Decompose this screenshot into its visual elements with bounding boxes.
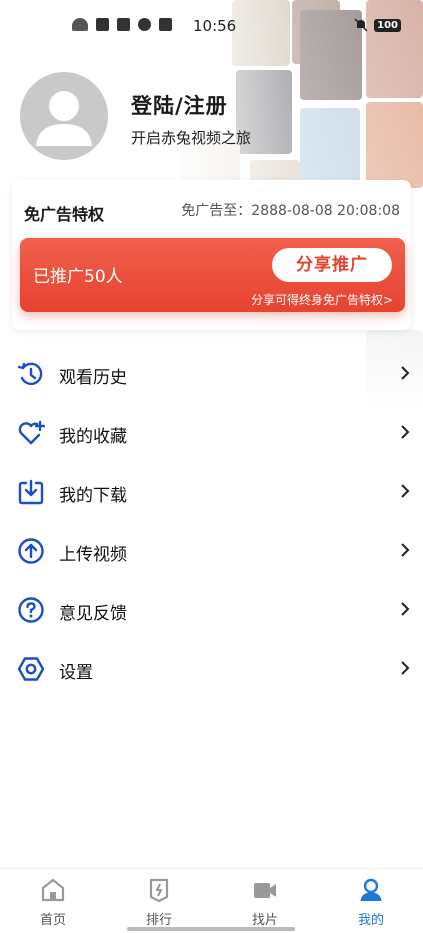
- menu-item-downloads[interactable]: 我的下载: [0, 462, 423, 521]
- tab-label: 排行: [145, 913, 172, 928]
- chevron-right-icon: [401, 425, 410, 439]
- tab-label: 首页: [39, 913, 66, 928]
- chevron-right-icon: [401, 484, 410, 498]
- share-promote-button[interactable]: 分享推广: [272, 248, 392, 282]
- login-subtitle: 开启赤兔视频之旅: [131, 129, 252, 147]
- home-indicator[interactable]: [127, 927, 295, 931]
- menu-item-label: 上传视频: [59, 545, 127, 565]
- battery-indicator: 100: [374, 18, 401, 32]
- menu-item-label: 意见反馈: [59, 604, 127, 624]
- menu-item-label: 我的下载: [59, 486, 127, 506]
- mute-icon: [354, 18, 368, 32]
- menu-item-settings[interactable]: 设置: [0, 639, 423, 698]
- video-icon: [117, 18, 130, 31]
- menu-item-upload[interactable]: 上传视频: [0, 521, 423, 580]
- chevron-right-icon: [401, 366, 410, 380]
- chevron-right-icon: [401, 543, 410, 557]
- upload-icon: [18, 538, 44, 564]
- tab-home[interactable]: 首页: [18, 869, 88, 933]
- app-icon: [138, 18, 151, 31]
- user-icon: [360, 878, 382, 901]
- promo-count: 已推广50人: [33, 267, 123, 287]
- menu-item-feedback[interactable]: 意见反馈: [0, 580, 423, 639]
- bottom-tab-bar: 首页 排行 找片 我的: [0, 868, 423, 933]
- heart-plus-icon: [18, 420, 45, 445]
- ad-free-card: 免广告特权 免广告至：2888-08-08 20:08:08 已推广50人 分享…: [12, 180, 411, 330]
- settings-icon: [17, 657, 45, 681]
- menu-item-label: 设置: [59, 663, 93, 683]
- tab-mine[interactable]: 我的: [336, 869, 406, 933]
- home-icon: [41, 878, 65, 902]
- menu-item-history[interactable]: 观看历史: [0, 344, 423, 403]
- menu-item-label: 观看历史: [59, 368, 127, 388]
- menu-item-label: 我的收藏: [59, 427, 127, 447]
- history-icon: [17, 362, 43, 386]
- tab-ranking[interactable]: 排行: [124, 869, 194, 933]
- status-bar: 10:56 100: [0, 14, 423, 40]
- chevron-right-icon: [401, 602, 410, 616]
- login-register-link[interactable]: 登陆/注册: [131, 90, 228, 120]
- sim-icon: [96, 18, 109, 31]
- promo-tip[interactable]: 分享可得终身免广告特权>: [251, 291, 393, 308]
- promo-banner[interactable]: 已推广50人 分享推广 分享可得终身免广告特权>: [20, 238, 405, 312]
- avatar[interactable]: [20, 72, 108, 160]
- ad-free-expire: 免广告至：2888-08-08 20:08:08: [181, 203, 400, 219]
- tab-label: 我的: [357, 913, 384, 928]
- chevron-right-icon: [401, 661, 410, 675]
- video-camera-icon: [254, 883, 276, 898]
- question-icon: [18, 597, 44, 623]
- status-time: 10:56: [193, 17, 237, 35]
- tab-find-video[interactable]: 找片: [230, 869, 300, 933]
- card-title: 免广告特权: [24, 205, 105, 224]
- ranking-icon: [149, 878, 169, 903]
- play-icon: [159, 18, 172, 31]
- menu-list: 观看历史 我的收藏 我的下载 上传视频 意见反馈 设置: [0, 344, 423, 698]
- menu-item-favorites[interactable]: 我的收藏: [0, 403, 423, 462]
- tab-label: 找片: [251, 913, 278, 928]
- default-user-icon: [36, 91, 92, 146]
- wifi-icon: [72, 18, 88, 31]
- download-icon: [18, 479, 44, 505]
